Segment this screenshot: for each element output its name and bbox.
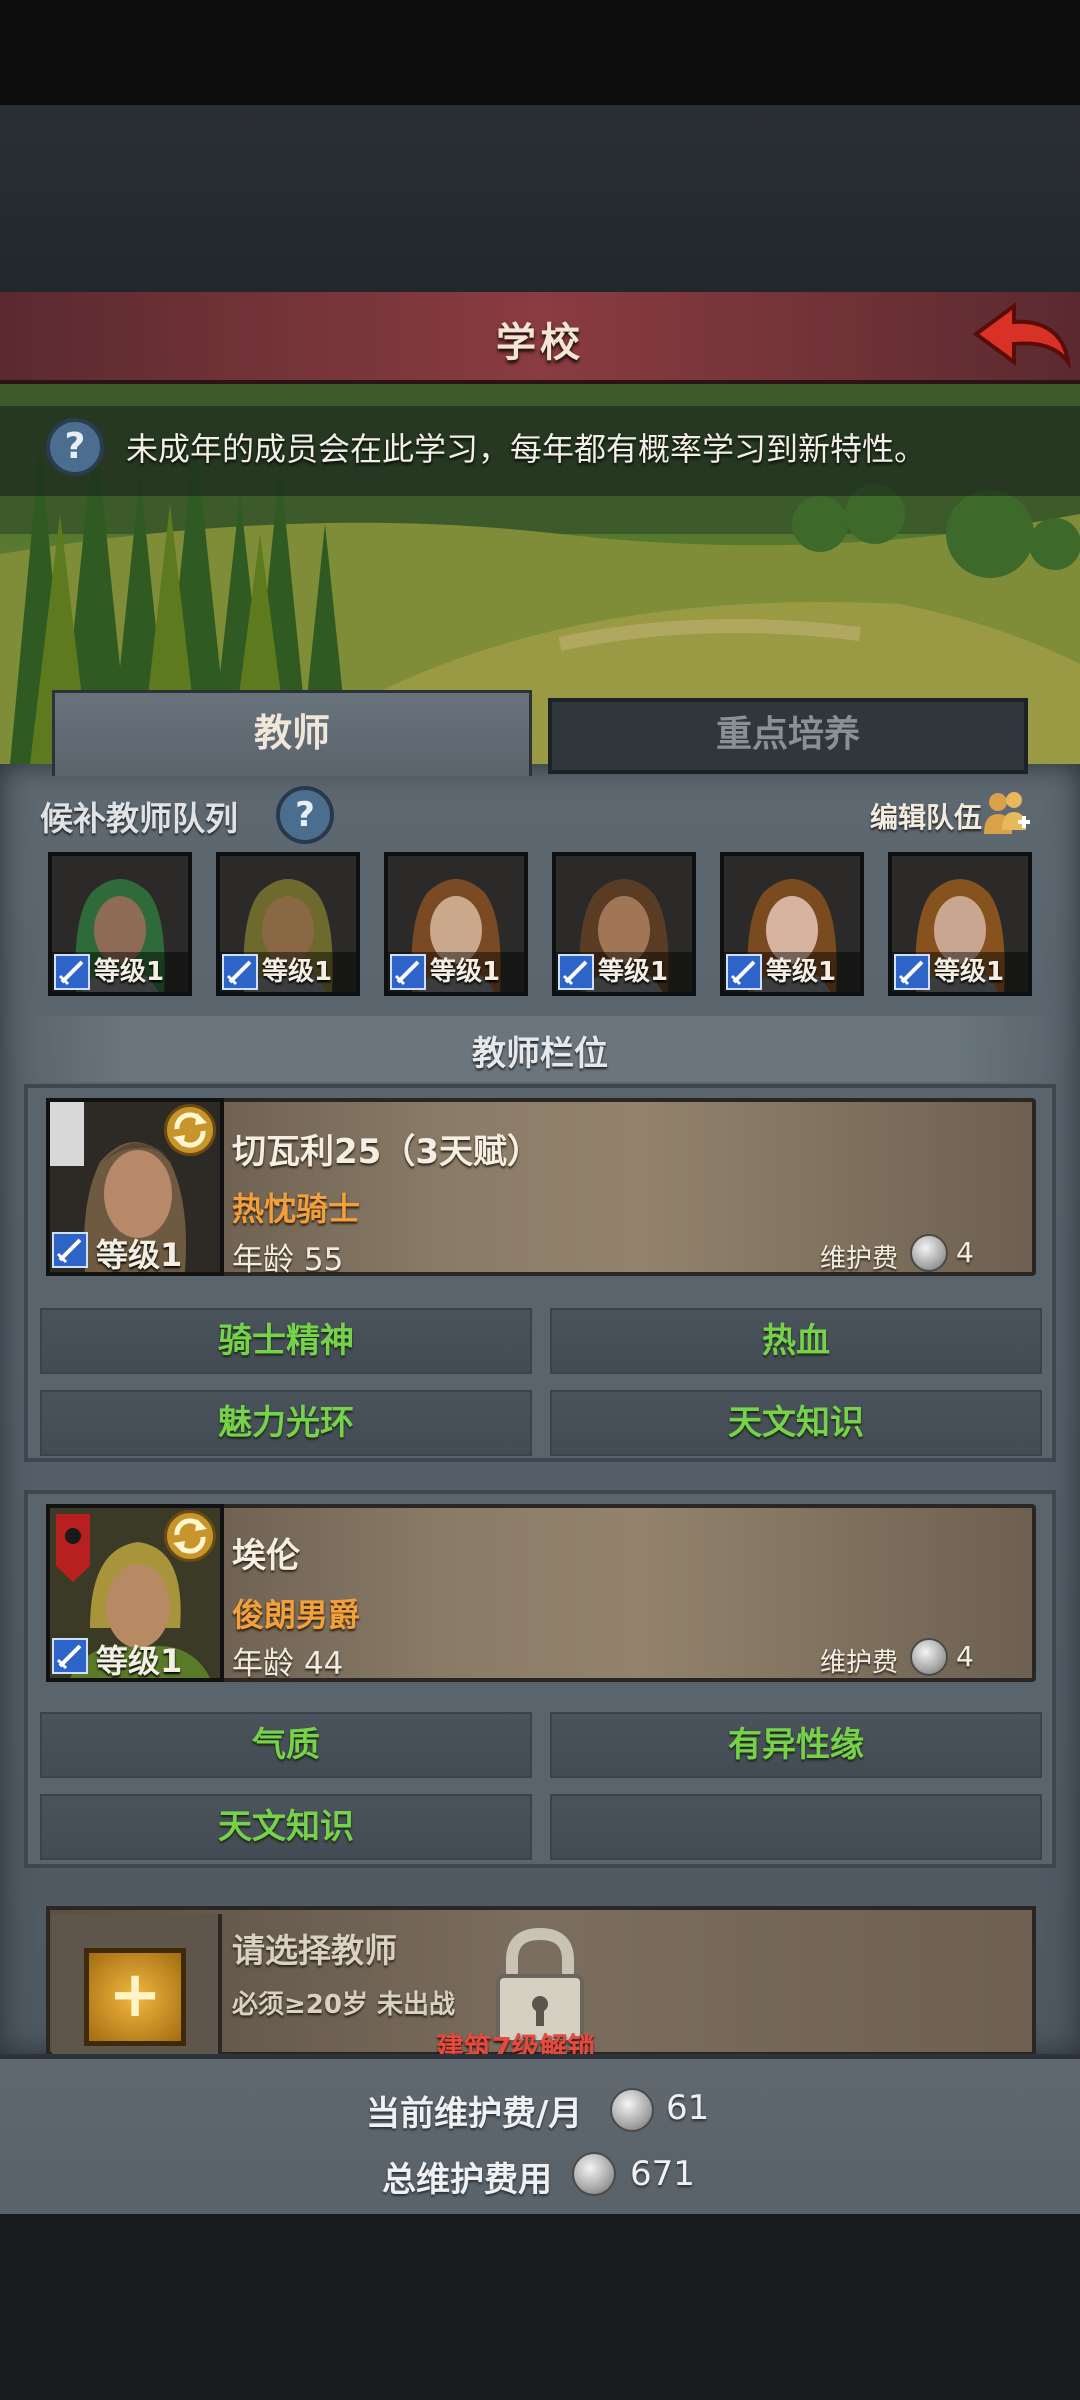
teacher-name: 切瓦利25（3天赋） bbox=[232, 1132, 541, 1172]
question-icon[interactable]: ? bbox=[276, 786, 334, 844]
fee-value: 4 bbox=[956, 1236, 974, 1269]
page-title: 学校 bbox=[496, 320, 584, 366]
question-icon[interactable]: ? bbox=[46, 418, 104, 476]
trait-chip: 天文知识 bbox=[550, 1390, 1042, 1456]
top-background bbox=[0, 105, 1080, 293]
school-screen: { "header": {"title": "学校"}, "info": {"t… bbox=[0, 0, 1080, 2400]
sword-icon bbox=[222, 954, 258, 990]
trait-chip: 天文知识 bbox=[40, 1794, 532, 1860]
teacher-level: 等级1 bbox=[96, 1236, 183, 1274]
candidate-portrait[interactable]: 等级1 bbox=[552, 852, 696, 996]
trait-chip bbox=[550, 1794, 1042, 1860]
teacher-level: 等级1 bbox=[96, 1642, 183, 1680]
trait-chip: 魅力光环 bbox=[40, 1390, 532, 1456]
fee-label: 维护费 bbox=[820, 1244, 899, 1274]
teacher-age: 年龄 55 bbox=[232, 1242, 344, 1278]
monthly-fee-value: 61 bbox=[666, 2088, 710, 2128]
sword-icon bbox=[894, 954, 930, 990]
select-teacher-label: 请选择教师 bbox=[232, 1931, 397, 1970]
fee-value: 4 bbox=[956, 1640, 974, 1673]
silver-coin-icon bbox=[610, 2088, 654, 2132]
teacher-title: 热忱骑士 bbox=[232, 1190, 361, 1228]
trait-chip: 有异性缘 bbox=[550, 1712, 1042, 1778]
total-fee-value: 671 bbox=[630, 2154, 695, 2194]
trait-chip: 热血 bbox=[550, 1308, 1042, 1374]
candidate-level: 等级1 bbox=[598, 957, 669, 987]
add-people-icon[interactable] bbox=[982, 790, 1032, 836]
fee-label: 维护费 bbox=[820, 1648, 899, 1678]
silver-coin-icon bbox=[910, 1234, 948, 1272]
swap-icon[interactable] bbox=[164, 1104, 216, 1156]
candidate-portrait[interactable]: 等级1 bbox=[384, 852, 528, 996]
sword-icon bbox=[52, 1232, 88, 1268]
title-bar: 学校 bbox=[0, 292, 1080, 384]
sword-icon bbox=[54, 954, 90, 990]
trait-chip: 骑士精神 bbox=[40, 1308, 532, 1374]
candidate-queue-label: 候补教师队列 bbox=[40, 799, 238, 838]
tab-focus-training[interactable]: 重点培养 bbox=[548, 698, 1028, 774]
sword-icon bbox=[558, 954, 594, 990]
edit-team-label[interactable]: 编辑队伍 bbox=[870, 796, 982, 836]
add-teacher-button[interactable]: + bbox=[84, 1948, 186, 2046]
teacher-slots-title: 教师栏位 bbox=[472, 1034, 608, 1074]
teacher-name: 埃伦 bbox=[232, 1536, 300, 1576]
candidate-level: 等级1 bbox=[934, 957, 1005, 987]
candidate-level: 等级1 bbox=[94, 957, 165, 987]
sword-icon bbox=[52, 1638, 88, 1674]
back-arrow-icon[interactable] bbox=[968, 298, 1074, 376]
tab-teachers[interactable]: 教师 bbox=[52, 690, 532, 776]
trait-chip: 气质 bbox=[40, 1712, 532, 1778]
teacher-requirement: 必须≥20岁 未出战 bbox=[232, 1990, 456, 2020]
silver-coin-icon bbox=[910, 1638, 948, 1676]
sword-icon bbox=[390, 954, 426, 990]
teacher-age: 年龄 44 bbox=[232, 1646, 344, 1682]
total-fee-label: 总维护费用 bbox=[382, 2160, 552, 2200]
info-text: 未成年的成员会在此学习，每年都有概率学习到新特性。 bbox=[126, 430, 927, 468]
silver-coin-icon bbox=[572, 2152, 616, 2196]
teacher-title: 俊朗男爵 bbox=[232, 1596, 361, 1634]
bottom-background bbox=[0, 2214, 1080, 2400]
candidate-portrait[interactable]: 等级1 bbox=[720, 852, 864, 996]
swap-icon[interactable] bbox=[164, 1510, 216, 1562]
candidate-level: 等级1 bbox=[766, 957, 837, 987]
status-bar-area bbox=[0, 0, 1080, 105]
candidate-level: 等级1 bbox=[262, 957, 333, 987]
candidate-level: 等级1 bbox=[430, 957, 501, 987]
candidate-portrait[interactable]: 等级1 bbox=[216, 852, 360, 996]
candidate-portrait[interactable]: 等级1 bbox=[888, 852, 1032, 996]
sword-icon bbox=[726, 954, 762, 990]
candidate-portrait[interactable]: 等级1 bbox=[48, 852, 192, 996]
monthly-fee-label: 当前维护费/月 bbox=[366, 2094, 583, 2134]
